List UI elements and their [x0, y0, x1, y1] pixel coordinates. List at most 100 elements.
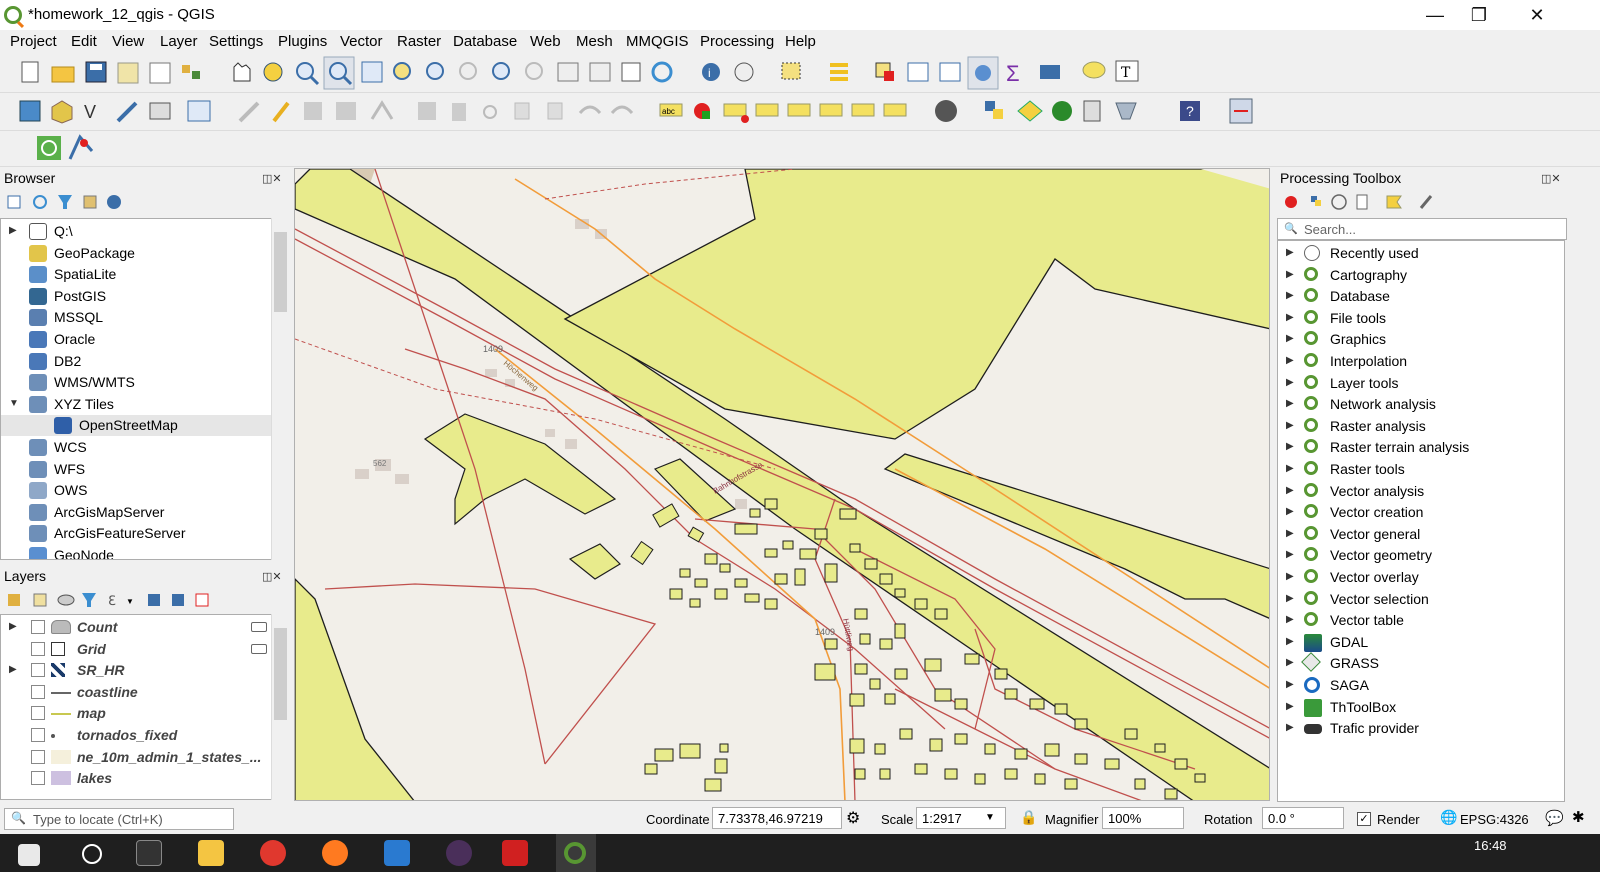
menu-help[interactable]: Help [785, 33, 816, 50]
browser-item[interactable]: ArcGisMapServer [1, 502, 271, 523]
zoom-out-icon[interactable] [323, 56, 355, 90]
magnifier-field[interactable]: 100% [1102, 807, 1184, 829]
firefox-icon[interactable] [322, 840, 348, 866]
file-explorer-icon[interactable] [198, 840, 224, 866]
bookmark-icon[interactable] [621, 62, 641, 82]
qgis-taskbar-icon[interactable] [556, 834, 596, 872]
measure-icon[interactable] [734, 62, 754, 82]
locate-plugin-icon[interactable] [37, 136, 61, 160]
rotation-field[interactable]: 0.0 ° [1262, 807, 1344, 829]
chevron-right-icon[interactable]: ▶ [1286, 463, 1294, 474]
filter-browser-icon[interactable] [58, 195, 72, 209]
zoom-next-icon[interactable] [525, 62, 543, 80]
chevron-right-icon[interactable]: ▶ [1286, 247, 1294, 258]
lock-scale-icon[interactable]: 🔒 [1020, 809, 1037, 826]
browser-item[interactable]: PostGIS [1, 286, 271, 307]
data-source-manager-icon[interactable] [19, 100, 41, 122]
manage-themes-icon[interactable] [57, 594, 75, 606]
save-project-icon[interactable] [85, 61, 107, 83]
browser-item[interactable]: ArcGisFeatureServer [1, 523, 271, 544]
redo-icon[interactable] [610, 105, 634, 115]
search-icon[interactable] [82, 844, 102, 864]
minimize-button[interactable]: — [1412, 0, 1458, 30]
chevron-right-icon[interactable]: ▶ [1286, 485, 1294, 496]
toolbox-group[interactable]: ▶ GDAL [1278, 632, 1564, 653]
toolbox-group[interactable]: ▶ ThToolBox [1278, 697, 1564, 718]
toolbox-group[interactable]: ▶ SAGA [1278, 675, 1564, 696]
browser-item[interactable]: DB2 [1, 351, 271, 372]
toolbox-group[interactable]: ▶ Vector geometry [1278, 545, 1564, 566]
menu-mmqgis[interactable]: MMQGIS [626, 33, 689, 50]
panel-float-close-icon[interactable]: ◫✕ [1541, 172, 1561, 185]
layer-visibility-checkbox[interactable] [31, 749, 45, 764]
vertex-tool-icon[interactable] [370, 100, 394, 120]
label-change-icon[interactable] [883, 103, 907, 117]
layer-item[interactable]: ▶ Count [1, 617, 271, 638]
vector-layer-icon[interactable] [187, 100, 211, 122]
new-shapefile-icon[interactable]: V [84, 102, 96, 122]
text-annotation-icon[interactable]: T [1115, 60, 1139, 82]
undo-icon[interactable] [578, 105, 602, 115]
maximize-button[interactable]: ❐ [1456, 0, 1502, 30]
browser-item[interactable]: SpatiaLite [1, 264, 271, 285]
browser-scroll-thumb[interactable] [274, 232, 287, 312]
crs-globe-icon[interactable]: 🌐 [1440, 809, 1457, 826]
messages-icon[interactable]: 💬 [1545, 809, 1564, 827]
start-icon[interactable] [18, 844, 40, 866]
toggle-editing-icon[interactable] [272, 101, 290, 123]
modify-attributes-icon[interactable] [418, 102, 436, 120]
models-icon[interactable] [1285, 196, 1297, 208]
info-icon[interactable] [107, 195, 121, 209]
toolbox-group[interactable]: ▶ Cartography [1278, 265, 1564, 286]
save-edits-icon[interactable] [304, 102, 322, 120]
toolbox-group[interactable]: ▶ Vector analysis [1278, 481, 1564, 502]
filter-expression-icon[interactable]: ℇ ▼ [108, 593, 134, 608]
label-highlight-icon[interactable] [755, 103, 779, 117]
chevron-right-icon[interactable]: ▶ [1286, 528, 1294, 539]
options-icon[interactable] [1419, 195, 1433, 209]
attribute-table-icon[interactable] [907, 62, 929, 82]
sync-icon[interactable] [1052, 101, 1072, 121]
locator-input[interactable]: 🔍 Type to locate (Ctrl+K) [4, 808, 234, 830]
panel-float-close-icon[interactable]: ◫✕ [262, 172, 282, 185]
layer-item[interactable]: map [1, 703, 271, 724]
refresh-browser-icon[interactable] [33, 195, 47, 209]
label-rotate-icon[interactable] [851, 103, 875, 117]
digitize-icon[interactable] [116, 101, 138, 123]
cut-features-icon[interactable] [483, 105, 497, 119]
layer-item[interactable]: ne_10m_admin_1_states_... [1, 747, 271, 768]
layer-styling-icon[interactable] [1017, 100, 1043, 122]
chevron-right-icon[interactable]: ▶ [1286, 377, 1294, 388]
menu-settings[interactable]: Settings [209, 33, 263, 50]
browser-item[interactable]: MSSQL [1, 307, 271, 328]
statistics-icon[interactable]: Σ [1006, 61, 1020, 86]
menu-layer[interactable]: Layer [160, 33, 198, 50]
chevron-right-icon[interactable]: ▶ [1286, 290, 1294, 301]
browser-item[interactable]: OpenStreetMap [1, 415, 271, 437]
browser-item[interactable]: Oracle [1, 329, 271, 350]
toolbox-group[interactable]: ▶ File tools [1278, 308, 1564, 329]
chrome-icon[interactable] [260, 840, 286, 866]
crs-button[interactable]: EPSG:4326 [1460, 812, 1529, 827]
delete-selected-icon[interactable] [452, 103, 466, 121]
zoom-full-icon[interactable] [361, 61, 383, 83]
layer-item[interactable]: coastline [1, 682, 271, 703]
deselect-icon[interactable] [875, 62, 894, 81]
new-3d-view-icon[interactable] [589, 62, 611, 82]
menu-database[interactable]: Database [453, 33, 517, 50]
results-viewer-icon[interactable] [1356, 194, 1368, 210]
filter-legend-icon[interactable] [82, 593, 96, 607]
toolbox-group[interactable]: ▶ Raster tools [1278, 459, 1564, 480]
add-feature-icon[interactable] [336, 102, 356, 120]
chevron-right-icon[interactable]: ▶ [9, 225, 17, 236]
menu-mesh[interactable]: Mesh [576, 33, 613, 50]
zoom-native-icon[interactable] [459, 62, 477, 80]
map-tips-icon[interactable] [1082, 61, 1106, 79]
layer-item[interactable]: lakes [1, 768, 271, 789]
chevron-right-icon[interactable]: ▶ [1286, 549, 1294, 560]
add-group-icon[interactable] [33, 593, 47, 607]
browser-item[interactable]: OWS [1, 480, 271, 501]
chevron-down-icon[interactable]: ▼ [9, 398, 19, 409]
label-show-icon[interactable] [787, 103, 811, 117]
layer-indicator-icon[interactable] [251, 622, 267, 632]
